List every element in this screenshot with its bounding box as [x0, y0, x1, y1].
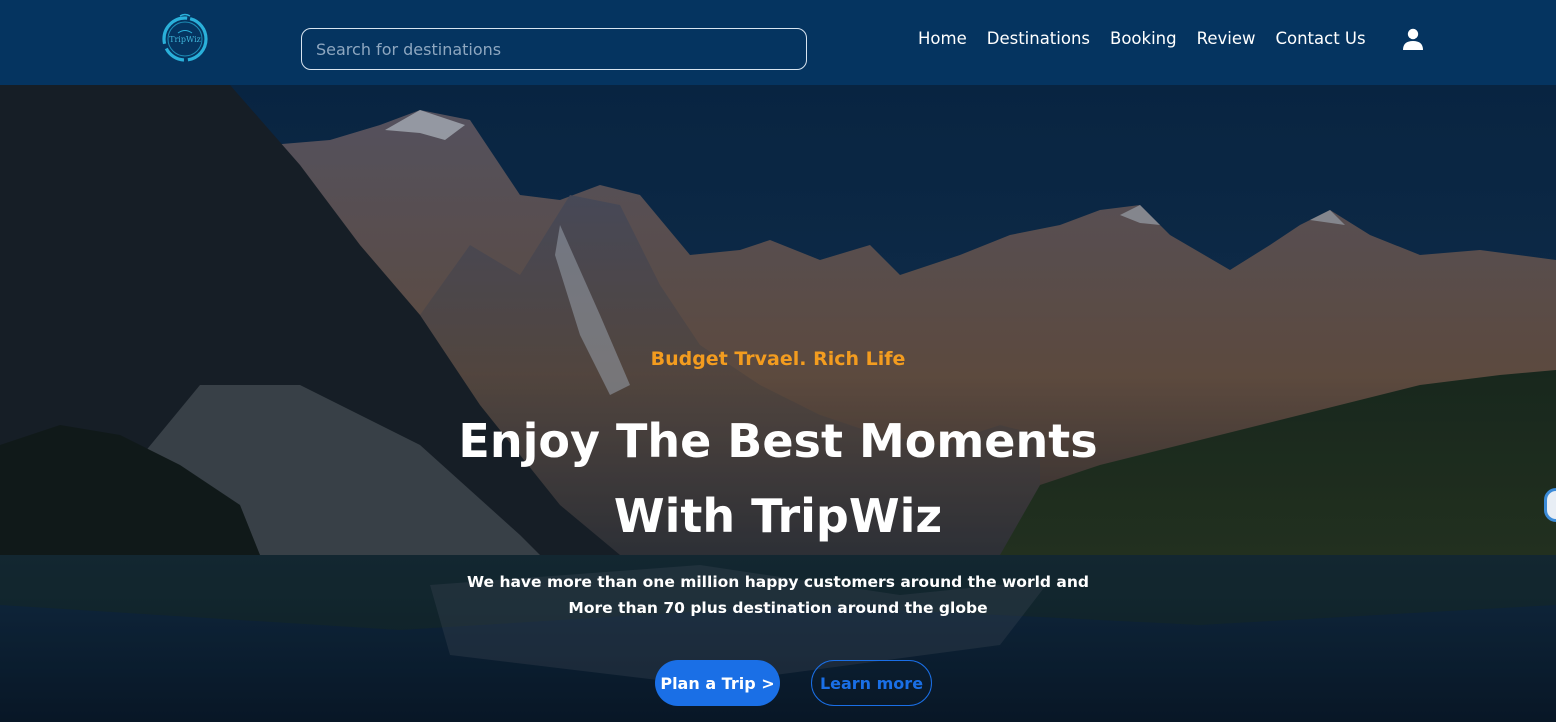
scroll-to-top-handle[interactable]: [1544, 488, 1556, 522]
user-icon[interactable]: [1401, 27, 1425, 51]
page: TripWiz Home Destinations Booking Review…: [0, 0, 1556, 722]
nav-item-booking[interactable]: Booking: [1110, 29, 1177, 48]
header: TripWiz Home Destinations Booking Review…: [0, 0, 1556, 85]
logo-text: TripWiz: [169, 35, 201, 44]
nav-item-review[interactable]: Review: [1197, 29, 1256, 48]
nav-item-home[interactable]: Home: [918, 29, 967, 48]
hero-description-line-1: We have more than one million happy cust…: [466, 573, 1089, 591]
learn-more-button[interactable]: Learn more: [811, 660, 932, 706]
hero-tagline: Budget Trvael. Rich Life: [650, 348, 906, 370]
hero-headline-line-1: Enjoy The Best Moments: [458, 414, 1098, 468]
hero-headline-line-2: With TripWiz: [613, 489, 943, 543]
nav-item-destinations[interactable]: Destinations: [987, 29, 1090, 48]
hero-description-line-2: More than 70 plus destination around the…: [568, 599, 988, 617]
nav-item-contact-us[interactable]: Contact Us: [1275, 29, 1365, 48]
search-input[interactable]: [301, 28, 807, 70]
hero-section: Budget Trvael. Rich Life Enjoy The Best …: [0, 85, 1556, 722]
brand-logo[interactable]: TripWiz: [160, 12, 210, 64]
hero-headline: Enjoy The Best Moments With TripWiz: [0, 404, 1556, 554]
plan-a-trip-button[interactable]: Plan a Trip >: [655, 660, 780, 706]
main-nav: Home Destinations Booking Review Contact…: [918, 26, 1366, 50]
hero-description: We have more than one million happy cust…: [0, 569, 1556, 621]
